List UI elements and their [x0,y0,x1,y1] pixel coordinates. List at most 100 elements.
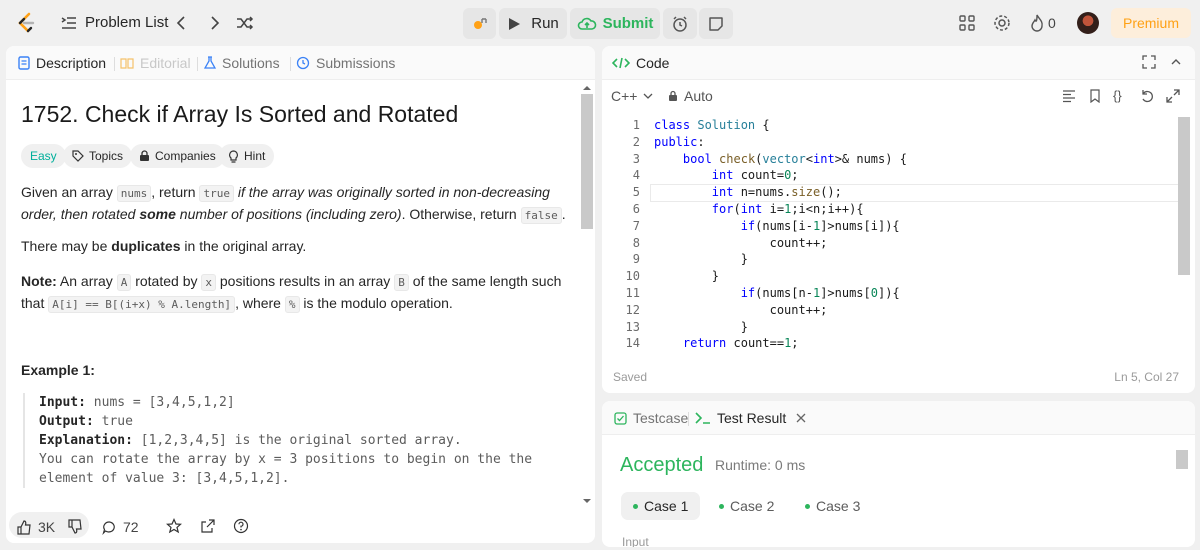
code-scrollbar-thumb[interactable] [1178,117,1190,275]
code-line[interactable]: bool check(vector<int>& nums) { [654,151,907,168]
tab-code[interactable]: Code [612,55,669,71]
timer-button[interactable] [663,8,697,39]
tab-test-result[interactable]: Test Result [695,410,806,426]
description-scrollbar-thumb[interactable] [581,94,593,229]
run-label: Run [531,15,559,32]
collapse-chevron-up-icon[interactable] [1169,55,1183,72]
maximize-icon[interactable] [1142,55,1156,72]
checkbox-icon [614,411,627,425]
prev-problem-chevron-left-icon[interactable] [172,13,192,33]
auto-mode-toggle[interactable]: Auto [668,88,713,104]
streak-counter[interactable]: 0 [1030,13,1064,33]
difficulty-badge[interactable]: Easy [21,144,66,168]
bookmark-icon[interactable] [1089,89,1101,106]
question-circle-icon [233,518,249,534]
code-line[interactable]: count++; [654,302,907,319]
input-section-label: Input [622,535,649,547]
tab-testcase[interactable]: Testcase [614,410,688,426]
code-line[interactable]: if(nums[n-1]>nums[0]){ [654,285,907,302]
tab-editorial[interactable]: Editorial [120,55,191,71]
code-line[interactable]: public: [654,134,907,151]
settings-gear-icon[interactable] [992,13,1012,33]
submit-button[interactable]: Submit [570,8,660,39]
reset-undo-icon[interactable] [1140,89,1154,106]
code-line[interactable]: class Solution { [654,117,907,134]
code-line[interactable]: } [654,268,907,285]
saved-status: Saved [613,370,648,384]
tab-divider [114,57,115,71]
tab-solutions-label: Solutions [222,55,280,71]
case-label: Case 2 [730,498,775,514]
note-icon [709,16,723,31]
history-clock-icon [296,56,310,70]
cloud-upload-icon [577,17,596,30]
runtime-label: Runtime: 0 ms [715,457,806,473]
value: [1,2,3,4,5] is the original sorted array… [132,433,462,448]
braces-icon[interactable]: {} [1113,88,1122,103]
example-1-title: Example 1: [21,362,95,378]
code-editor[interactable]: class Solution {public: bool check(vecto… [654,117,907,352]
user-avatar[interactable] [1077,12,1099,34]
code-line[interactable]: } [654,251,907,268]
format-lines-icon[interactable] [1062,89,1076,106]
tab-divider [290,57,291,71]
tab-description[interactable]: Description [18,55,106,71]
comments-count: 72 [123,519,139,535]
problem-list-icon[interactable] [60,14,78,32]
inline-code: % [284,296,300,313]
pass-dot-icon [633,503,638,509]
code-line[interactable]: } [654,319,907,336]
topics-label: Topics [89,149,124,163]
favorite-button[interactable] [166,518,182,537]
lightbulb-icon [229,149,238,163]
debug-button[interactable] [463,8,496,39]
case-tab-2[interactable]: Case 2 [707,492,786,520]
expand-icon[interactable] [1166,89,1180,106]
code-line[interactable]: count++; [654,235,907,252]
notes-button[interactable] [699,8,733,39]
next-problem-chevron-right-icon[interactable] [204,13,224,33]
help-button[interactable] [233,518,249,537]
case-tab-1[interactable]: Case 1 [621,492,701,520]
dislike-button[interactable] [68,519,83,537]
line-number-gutter: 1 2 3 4 5 6 7 8 9 10 11 12 13 14 [612,117,640,352]
topics-chip[interactable]: Topics [63,144,133,168]
case-tab-3[interactable]: Case 3 [793,492,872,520]
language-select[interactable]: C++ [611,88,653,104]
pass-dot-icon [805,503,810,509]
test-scrollbar-thumb[interactable] [1176,450,1188,469]
code-line[interactable]: int n=nums.size(); [654,184,907,201]
code-line[interactable]: if(nums[i-1]>nums[i]){ [654,218,907,235]
companies-label: Companies [155,149,216,163]
code-line[interactable]: return count==1; [654,335,907,352]
line-number: 7 [632,218,640,233]
hint-chip[interactable]: Hint [219,144,275,168]
editor-toolbar: C++ Auto {} [602,80,1195,110]
layout-grid-icon[interactable] [957,13,977,33]
description-note: Note: An array A rotated by x positions … [21,271,566,315]
line-number: 5 [632,185,640,200]
label: Input: [39,395,86,410]
share-button[interactable] [200,518,216,537]
terminal-prompt-icon [695,412,710,424]
problem-list-label[interactable]: Problem List [85,14,168,31]
example-explanation-line-3: element of value 3: [3,4,5,1,2]. [39,471,290,486]
leetcode-logo-icon[interactable] [14,11,38,35]
code-line[interactable]: int count=0; [654,167,907,184]
close-icon[interactable] [796,413,806,423]
line-number: 1 [632,118,640,132]
tab-submissions[interactable]: Submissions [296,55,395,71]
editorial-book-icon [120,58,134,69]
companies-chip[interactable]: Companies [130,144,225,168]
like-button[interactable]: 3K [17,519,55,535]
submit-label: Submit [602,15,654,32]
premium-button[interactable]: Premium [1111,8,1191,38]
tab-description-label: Description [36,55,107,71]
code-line[interactable]: for(int i=1;i<n;i++){ [654,201,907,218]
tab-solutions[interactable]: Solutions [204,55,280,71]
value: nums = [3,4,5,1,2] [85,395,235,410]
shuffle-icon[interactable] [235,13,255,33]
run-button[interactable]: Run [499,8,567,39]
label: Explanation: [39,433,133,448]
comments-button[interactable]: 72 [102,519,139,535]
